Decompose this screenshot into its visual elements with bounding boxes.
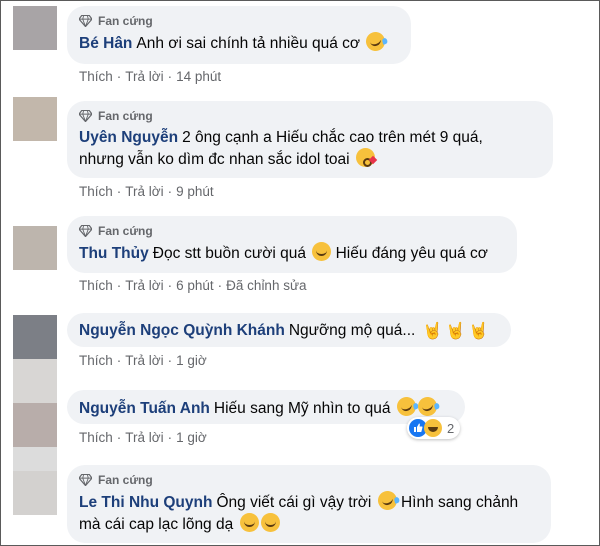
like-link[interactable]: Thích xyxy=(79,184,113,199)
comment-body: Ngưỡng mộ quá... xyxy=(288,322,416,339)
comment-text: Nguyễn Ngọc Quỳnh Khánh Ngưỡng mộ quá... … xyxy=(79,320,499,342)
comment-body: 2 ông cạnh a Hiếu chắc cao trên mét 9 qu… xyxy=(182,129,483,146)
reply-link[interactable]: Trả lời xyxy=(125,69,163,84)
fan-badge[interactable]: Fan cứng xyxy=(79,108,541,124)
badge-label: Fan cứng xyxy=(98,473,153,487)
comment-body-line2: mà cái cap lạc lõng dạ xyxy=(79,516,234,533)
avatar-strip xyxy=(13,359,57,403)
separator: · xyxy=(167,184,173,199)
comment-actions: Thích · Trả lời · 14 phút xyxy=(79,69,221,84)
rock-hand-emoji: 🤘 xyxy=(422,323,443,340)
diamond-icon xyxy=(79,110,92,122)
avatar[interactable] xyxy=(13,403,57,447)
fan-badge[interactable]: Fan cứng xyxy=(79,223,505,239)
like-link[interactable]: Thích xyxy=(79,69,113,84)
fan-badge[interactable]: Fan cứng xyxy=(79,13,399,29)
badge-label: Fan cứng xyxy=(98,14,153,28)
comment-body: Hiếu sang Mỹ nhìn to quá xyxy=(213,400,391,417)
kiss-emoji xyxy=(355,148,375,167)
comment-body-after: Hình sang chảnh xyxy=(400,494,519,511)
rock-hand-emoji: 🤘 xyxy=(468,323,489,340)
commenter-name[interactable]: Le Thi Nhu Quynh xyxy=(79,494,212,511)
comment-actions: Thích · Trả lời · 1 giờ xyxy=(79,353,207,368)
comment-thread: Fan cứng Bé Hân Anh ơi sai chính tả nhiều… xyxy=(0,0,600,546)
comment-bubble: Fan cứng Uyên Nguyễn 2 ông cạnh a Hiếu ch… xyxy=(67,101,553,178)
separator: · xyxy=(167,278,173,293)
comment-time[interactable]: 14 phút xyxy=(176,69,221,84)
separator: · xyxy=(116,430,122,445)
comment-bubble: Fan cứng Bé Hân Anh ơi sai chính tả nhiều… xyxy=(67,6,411,64)
commenter-name[interactable]: Nguyễn Tuấn Anh xyxy=(79,400,210,417)
avatar[interactable] xyxy=(13,97,57,141)
comment-actions: Thích · Trả lời · 6 phút · Đã chỉnh sửa xyxy=(79,278,307,293)
comment-time[interactable]: 9 phút xyxy=(176,184,214,199)
avatar[interactable] xyxy=(13,6,57,50)
edited-label[interactable]: Đã chỉnh sửa xyxy=(226,278,306,293)
comment-body-line2: nhưng vẫn ko dìm đc nhan sắc idol toai xyxy=(79,151,350,168)
reply-link[interactable]: Trả lời xyxy=(125,353,163,368)
separator: · xyxy=(167,353,173,368)
badge-label: Fan cứng xyxy=(98,109,153,123)
like-link[interactable]: Thích xyxy=(79,353,113,368)
badge-label: Fan cứng xyxy=(98,224,153,238)
diamond-icon xyxy=(79,15,92,27)
separator: · xyxy=(116,69,122,84)
rolling-laugh-emoji xyxy=(394,394,419,419)
diamond-icon xyxy=(79,225,92,237)
separator: · xyxy=(167,430,173,445)
comment-text: Bé Hân Anh ơi sai chính tả nhiều quá cơ xyxy=(79,29,399,54)
haha-reaction-icon xyxy=(424,419,442,437)
reply-link[interactable]: Trả lời xyxy=(125,184,163,199)
separator: · xyxy=(217,278,223,293)
separator: · xyxy=(167,69,173,84)
comment-actions: Thích · Trả lời · 9 phút xyxy=(79,184,214,199)
separator: · xyxy=(116,184,122,199)
grin-emoji xyxy=(260,513,280,532)
rock-hand-emoji: 🤘 xyxy=(445,323,466,340)
comment-text: Nguyễn Tuấn Anh Hiếu sang Mỹ nhìn to quá xyxy=(79,394,453,419)
avatar[interactable] xyxy=(13,315,57,359)
commenter-name[interactable]: Bé Hân xyxy=(79,35,132,52)
rolling-laugh-emoji xyxy=(415,394,440,419)
comment-bubble: Nguyễn Tuấn Anh Hiếu sang Mỹ nhìn to quá xyxy=(67,390,465,424)
separator: · xyxy=(116,278,122,293)
comment-bubble: Nguyễn Ngọc Quỳnh Khánh Ngưỡng mộ quá... … xyxy=(67,313,511,347)
comment-body: Đọc stt buồn cười quá xyxy=(152,245,306,262)
avatar[interactable] xyxy=(13,226,57,270)
comment-body-after: Hiếu đáng yêu quá cơ xyxy=(335,245,488,262)
comment-text: Thu Thủy Đọc stt buồn cười quá Hiếu đáng … xyxy=(79,242,505,264)
comment-body: Anh ơi sai chính tả nhiều quá cơ xyxy=(136,35,361,52)
reaction-summary[interactable]: 2 xyxy=(407,417,461,439)
commenter-name[interactable]: Thu Thủy xyxy=(79,245,149,262)
like-link[interactable]: Thích xyxy=(79,430,113,445)
rolling-laugh-emoji xyxy=(375,488,400,513)
commenter-name[interactable]: Nguyễn Ngọc Quỳnh Khánh xyxy=(79,322,285,339)
like-link[interactable]: Thích xyxy=(79,278,113,293)
comment-text: Le Thi Nhu Quynh Ông viết cái gì vậy trời… xyxy=(79,488,539,535)
avatar[interactable] xyxy=(13,471,57,515)
grin-emoji xyxy=(312,242,332,261)
reply-link[interactable]: Trả lời xyxy=(125,430,163,445)
fan-badge[interactable]: Fan cứng xyxy=(79,472,539,488)
comment-actions: Thích · Trả lời · 1 giờ xyxy=(79,430,207,445)
comment-time[interactable]: 1 giờ xyxy=(176,430,207,445)
comment-bubble: Fan cứng Thu Thủy Đọc stt buồn cười quá H… xyxy=(67,216,517,273)
comment-body: Ông viết cái gì vậy trời xyxy=(216,494,372,511)
reaction-count: 2 xyxy=(447,420,455,436)
comment-text: Uyên Nguyễn 2 ông cạnh a Hiếu chắc cao tr… xyxy=(79,127,541,170)
comment-bubble: Fan cứng Le Thi Nhu Quynh Ông viết cái gì… xyxy=(67,465,551,543)
comment-time[interactable]: 1 giờ xyxy=(176,353,207,368)
grin-emoji xyxy=(239,513,259,532)
reply-link[interactable]: Trả lời xyxy=(125,278,163,293)
rolling-laugh-emoji xyxy=(363,29,388,54)
separator: · xyxy=(116,353,122,368)
commenter-name[interactable]: Uyên Nguyễn xyxy=(79,129,178,146)
diamond-icon xyxy=(79,474,92,486)
comment-time[interactable]: 6 phút xyxy=(176,278,214,293)
